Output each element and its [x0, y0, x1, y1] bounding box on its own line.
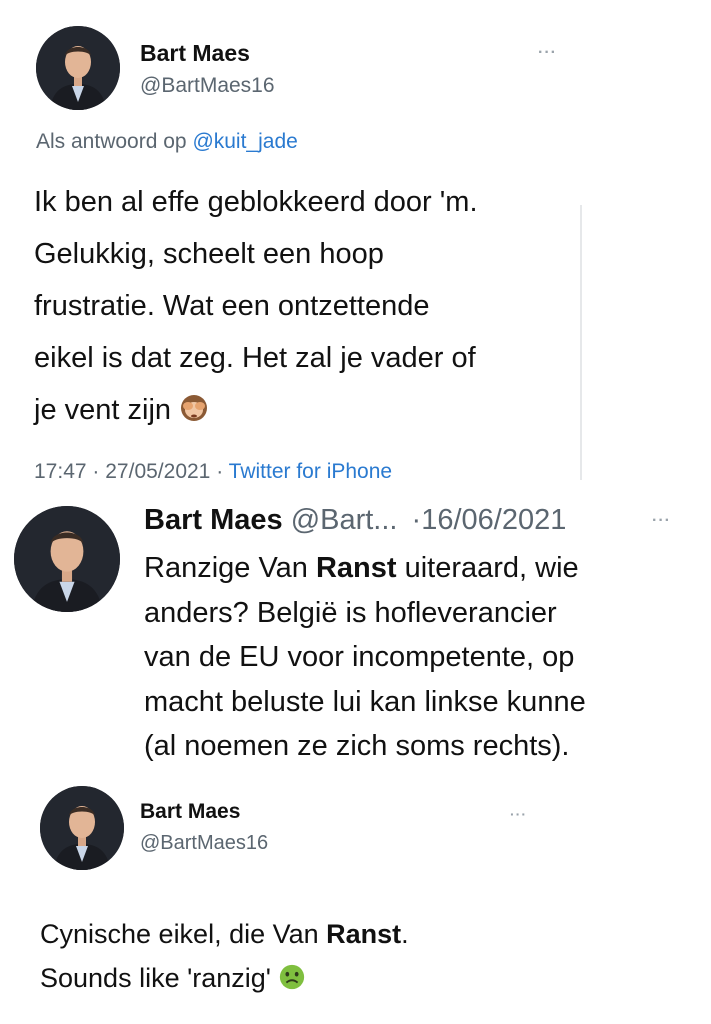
reply-to-link[interactable]: @kuit_jade: [192, 130, 297, 153]
tweet-date[interactable]: ·16/06/2021: [412, 504, 567, 536]
author-handle[interactable]: @BartMaes16: [140, 832, 268, 855]
reply-context: Als antwoord op @kuit_jade: [36, 130, 298, 154]
avatar-photo: [36, 26, 120, 110]
separator: ·: [216, 460, 224, 483]
tweet-line: Cynische eikel, die Van Ranst.: [40, 912, 409, 956]
tweet-time: 17:47: [34, 460, 87, 483]
tweet-text: Cynische eikel, die Van Ranst. Sounds li…: [40, 912, 409, 1000]
highlighted-term: Ranst: [315, 552, 397, 584]
author-name[interactable]: Bart Maes: [140, 800, 240, 824]
tweet-date[interactable]: 27/05/2021: [105, 460, 210, 483]
avatar[interactable]: [14, 506, 120, 612]
tweet-line: van de EU voor incompetente, op: [144, 641, 575, 673]
text-segment: Ranzige Van: [144, 552, 316, 584]
avatar[interactable]: [40, 786, 124, 870]
tweet-header: Bart Maes @Bart... ·16/06/2021: [144, 504, 566, 537]
author-name[interactable]: Bart Maes: [144, 504, 283, 536]
author-handle[interactable]: @Bart...: [291, 504, 398, 536]
tweet-text: Ik ben al effe geblokkeerd door 'm. Gelu…: [34, 176, 478, 436]
avatar[interactable]: [36, 26, 120, 110]
more-options-icon[interactable]: ···: [510, 806, 527, 822]
tweet-line: anders? België is hofleverancier: [144, 596, 557, 629]
author-handle[interactable]: @BartMaes16: [140, 74, 275, 98]
tweet-line: je vent zijn: [34, 394, 172, 426]
tweet-line: Ranzige Van Ranst uiteraard, wie: [144, 546, 586, 591]
tweet-meta: 17:47 · 27/05/2021 · Twitter for iPhone: [34, 460, 392, 484]
tweet-line-last: Sounds like 'ranzig': [40, 956, 409, 1000]
separator: ·: [92, 460, 100, 483]
author-name[interactable]: Bart Maes: [140, 40, 250, 67]
tweet-source-link[interactable]: Twitter for iPhone: [229, 460, 392, 483]
tweet-line: (al noemen ze zich soms rechts).: [144, 730, 570, 762]
avatar-photo: [40, 786, 124, 870]
thread-divider: [580, 205, 582, 480]
nauseated-face-icon: [280, 964, 305, 990]
tweet-line: Sounds like 'ranzig': [40, 963, 271, 993]
tweet-line: frustratie. Wat een ontzettende: [34, 290, 430, 322]
more-options-icon[interactable]: ···: [538, 44, 557, 62]
reply-prefix: Als antwoord op: [36, 130, 187, 153]
highlighted-term: Ranst: [326, 919, 402, 949]
tweet-line: Gelukkig, scheelt een hoop: [34, 238, 384, 270]
tweet-line: macht beluste lui kan linkse kunne: [144, 685, 586, 718]
tweet-text: Ranzige Van Ranst uiteraard, wie anders?…: [144, 546, 586, 769]
tweet-line: eikel is dat zeg. Het zal je vader of: [34, 342, 476, 374]
see-no-evil-monkey-icon: [181, 395, 208, 421]
avatar-photo: [14, 506, 120, 612]
text-segment: uiteraard, wie: [396, 552, 579, 584]
tweet-line-last: je vent zijn: [34, 384, 478, 436]
more-options-icon[interactable]: ···: [652, 512, 671, 530]
tweet-line: Ik ben al effe geblokkeerd door 'm.: [34, 186, 478, 218]
text-segment: .: [401, 919, 409, 949]
text-segment: Cynische eikel, die Van: [40, 919, 327, 949]
